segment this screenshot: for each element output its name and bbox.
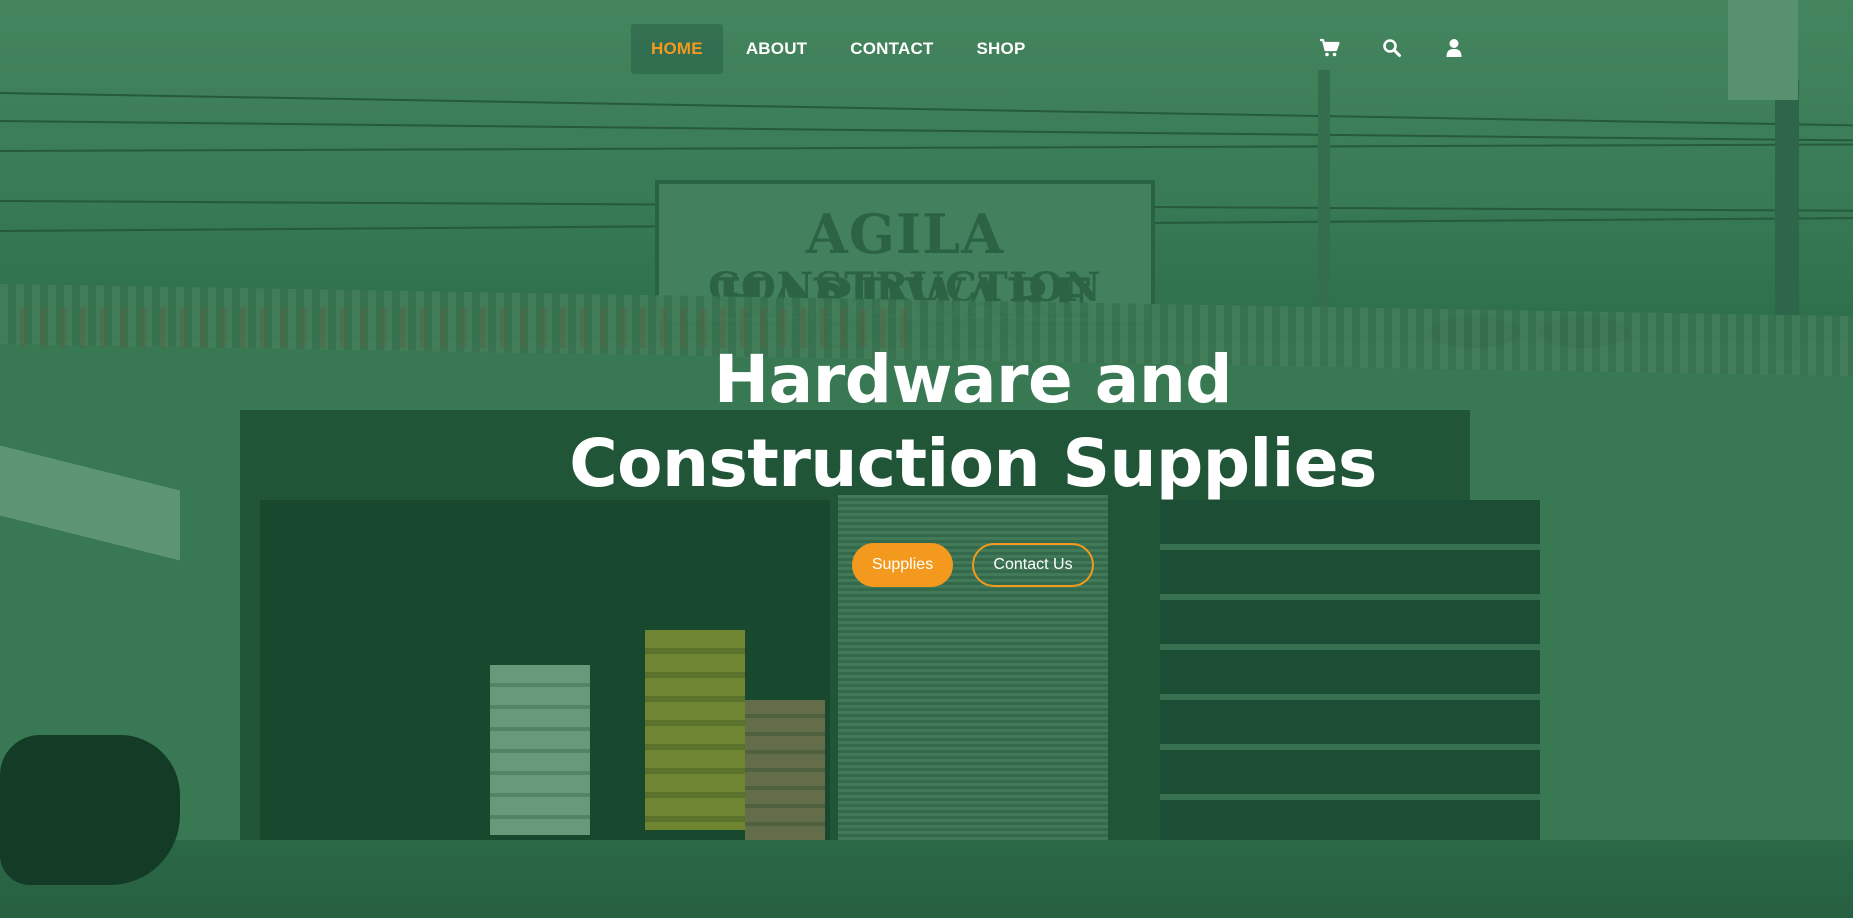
hero-headline: Hardware and Construction Supplies — [0, 338, 1853, 506]
cart-icon[interactable] — [1318, 36, 1342, 60]
nav-item-contact[interactable]: CONTACT — [830, 24, 953, 74]
supplies-button[interactable]: Supplies — [852, 543, 953, 587]
nav-item-home[interactable]: HOME — [631, 24, 723, 74]
hero-buttons: Supplies Contact Us — [852, 543, 1094, 587]
contact-us-button[interactable]: Contact Us — [972, 543, 1094, 587]
nav-item-about[interactable]: ABOUT — [726, 24, 827, 74]
headline-line-1: Hardware and — [713, 341, 1233, 418]
search-icon[interactable] — [1380, 36, 1404, 60]
user-icon[interactable] — [1442, 36, 1466, 60]
main-nav: HOME ABOUT CONTACT SHOP — [631, 24, 1049, 74]
nav-icons — [1318, 36, 1504, 60]
headline-line-2: Construction Supplies — [569, 425, 1377, 502]
hero-section: AGILA HARDWARE CONSTRUCTION SUPPLIES HOM… — [0, 0, 1853, 918]
nav-item-shop[interactable]: SHOP — [957, 24, 1046, 74]
